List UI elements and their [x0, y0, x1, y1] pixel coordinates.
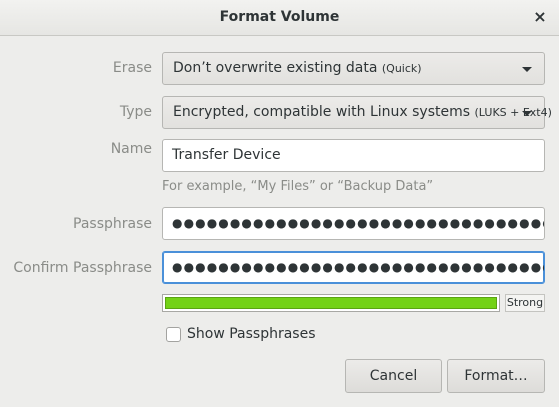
show-passphrases-label[interactable]: Show Passphrases	[187, 326, 316, 342]
confirm-masked-value: ●●●●●●●●●●●●●●●●●●●●●●●●●●●●●●●●●●●●●	[172, 260, 544, 274]
confirm-passphrase-label: Confirm Passphrase	[13, 260, 152, 276]
show-passphrases-checkbox[interactable]	[166, 327, 181, 342]
strength-label: Strong	[505, 294, 545, 312]
chevron-down-icon	[522, 67, 532, 72]
format-button[interactable]: Format…	[447, 359, 545, 393]
name-label: Name	[110, 141, 152, 157]
type-label: Type	[119, 104, 152, 120]
type-qualifier: (LUKS + Ext4)	[474, 106, 552, 119]
strength-meter-fill	[165, 297, 497, 309]
window-title: Format Volume	[219, 9, 340, 25]
type-value: Encrypted, compatible with Linux systems	[173, 104, 471, 120]
erase-qualifier: (Quick)	[381, 62, 422, 75]
title-bar: Format Volume ×	[0, 0, 559, 36]
cancel-button[interactable]: Cancel	[345, 359, 442, 393]
name-field[interactable]: Transfer Device	[162, 139, 545, 172]
passphrase-masked-value: ●●●●●●●●●●●●●●●●●●●●●●●●●●●●●●●●●●●●●	[172, 216, 544, 230]
erase-label: Erase	[112, 60, 152, 76]
passphrase-field[interactable]: ●●●●●●●●●●●●●●●●●●●●●●●●●●●●●●●●●●●●●	[162, 207, 545, 240]
chevron-down-icon	[522, 111, 532, 116]
close-icon[interactable]: ×	[531, 8, 549, 26]
confirm-passphrase-field[interactable]: ●●●●●●●●●●●●●●●●●●●●●●●●●●●●●●●●●●●●●	[162, 251, 545, 284]
erase-value: Don’t overwrite existing data	[173, 60, 378, 76]
erase-dropdown[interactable]: Don’t overwrite existing data (Quick)	[162, 52, 545, 85]
passphrase-label: Passphrase	[73, 216, 152, 232]
name-hint: For example, “My Files” or “Backup Data”	[162, 179, 434, 194]
type-dropdown[interactable]: Encrypted, compatible with Linux systems…	[162, 96, 552, 129]
strength-meter	[162, 294, 500, 312]
